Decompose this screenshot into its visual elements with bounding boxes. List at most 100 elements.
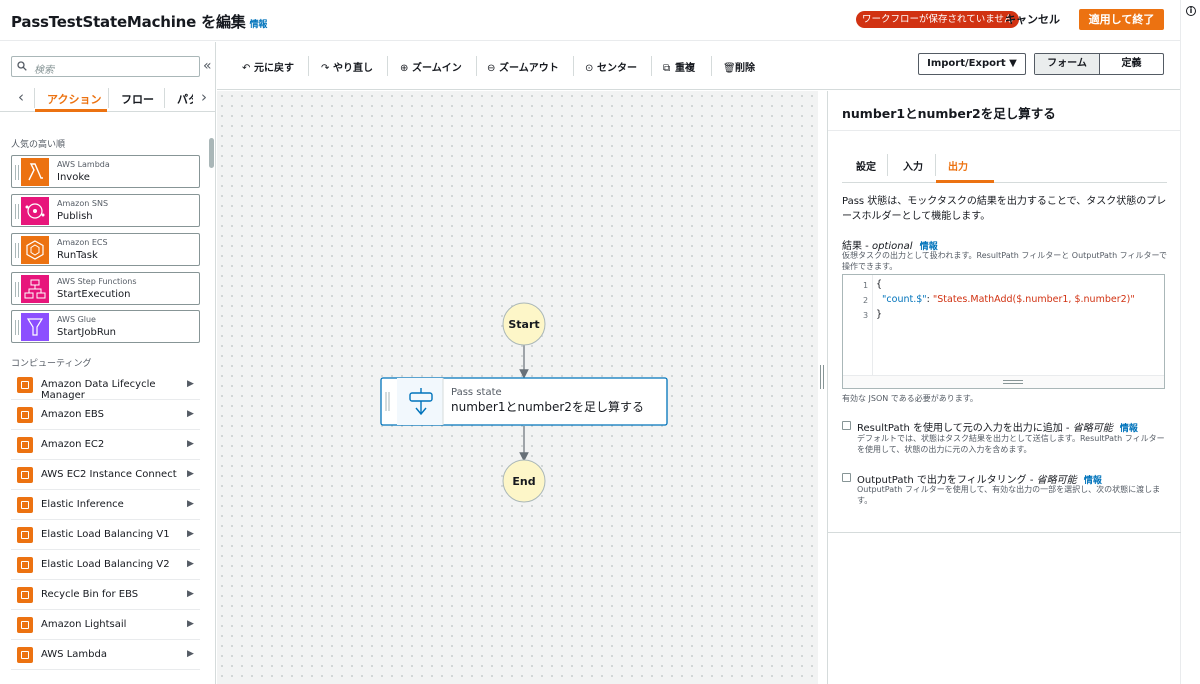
drag-handle[interactable] xyxy=(15,243,19,258)
service-icon xyxy=(17,647,33,663)
undo-button[interactable]: ↶ 元に戻す xyxy=(242,59,294,74)
service-row[interactable]: Amazon Lightsail ▶ xyxy=(11,610,200,640)
action-card-stepfunctions-startexecution[interactable]: AWS Step Functions StartExecution xyxy=(11,272,200,305)
popular-heading: 人気の高い順 xyxy=(11,140,66,150)
drag-handle[interactable] xyxy=(15,282,19,297)
definition-mode-button[interactable]: 定義 xyxy=(1100,54,1163,74)
delete-button[interactable]: 🗑削除 xyxy=(723,59,755,74)
search-icon xyxy=(17,61,27,71)
tab-output[interactable]: 出力 xyxy=(948,158,968,173)
code-line: { xyxy=(876,279,883,290)
import-export-dropdown[interactable]: Import/Export ▼ xyxy=(918,53,1026,75)
service-row[interactable]: Recycle Bin for EBS ▶ xyxy=(11,580,200,610)
service-row[interactable]: Amazon EBS ▶ xyxy=(11,400,200,430)
expand-icon[interactable]: ▶ xyxy=(187,589,194,599)
search-input[interactable]: 検索 xyxy=(11,56,200,77)
card-action: Invoke xyxy=(57,172,90,183)
glue-icon xyxy=(21,313,49,341)
compute-heading: コンピューティング xyxy=(11,359,92,369)
result-json-editor[interactable]: 1 2 3 { "count.$": "States.MathAdd($.num… xyxy=(842,274,1165,389)
tab-flow[interactable]: フロー xyxy=(121,91,154,107)
duplicate-icon: ⧉ xyxy=(663,63,671,74)
redo-button[interactable]: ↷ やり直し xyxy=(321,59,373,74)
action-card-ecs-runtask[interactable]: Amazon ECS RunTask xyxy=(11,233,200,266)
editor-resize-bar[interactable] xyxy=(843,375,1164,388)
service-row[interactable]: Amazon EC2 ▶ xyxy=(11,430,200,460)
expand-icon[interactable]: ▶ xyxy=(187,409,194,419)
collapse-panel-icon[interactable]: « xyxy=(203,58,212,74)
card-service: AWS Step Functions xyxy=(57,277,137,286)
pass-state-description: Pass 状態は、モックタスクの結果を出力することで、タスク状態のプレースホルダ… xyxy=(842,196,1167,222)
drag-handle[interactable] xyxy=(15,204,19,219)
card-service: Amazon ECS xyxy=(57,238,108,247)
code-line: } xyxy=(876,309,883,320)
service-row[interactable]: AWS EC2 Instance Connect ▶ xyxy=(11,460,200,490)
service-label: Elastic Load Balancing V1 xyxy=(41,529,170,540)
expand-icon[interactable]: ▶ xyxy=(187,619,194,629)
sns-icon xyxy=(21,197,49,225)
service-icon xyxy=(17,497,33,513)
zoom-in-button[interactable]: ⊕ ズームイン xyxy=(400,59,462,74)
service-label: AWS Lambda xyxy=(41,649,107,660)
end-node[interactable]: End xyxy=(502,459,546,503)
service-icon xyxy=(17,437,33,453)
lambda-icon xyxy=(21,158,49,186)
resize-grip-icon xyxy=(1003,380,1023,384)
card-action: RunTask xyxy=(57,250,98,261)
outputpath-checkbox[interactable] xyxy=(842,473,851,482)
service-label: AWS EC2 Instance Connect xyxy=(41,469,177,480)
tab-input[interactable]: 入力 xyxy=(903,158,923,173)
trash-icon: 🗑 xyxy=(723,63,736,74)
expand-icon[interactable]: ▶ xyxy=(187,559,194,569)
service-row[interactable]: AWS Lambda ▶ xyxy=(11,640,200,670)
info-link[interactable]: 情報 xyxy=(250,20,268,30)
help-rail: i xyxy=(1180,0,1200,684)
apply-and-exit-button[interactable]: 適用して終了 xyxy=(1079,9,1164,30)
expand-icon[interactable]: ▶ xyxy=(187,379,194,389)
service-row[interactable]: Elastic Inference ▶ xyxy=(11,490,200,520)
drag-handle[interactable] xyxy=(15,320,19,335)
outputpath-help: OutputPath フィルターを使用して、有効な出力の一部を選択し、次の状態に… xyxy=(857,485,1161,505)
mode-toggle: フォーム 定義 xyxy=(1034,53,1164,75)
zoom-out-button[interactable]: ⊖ ズームアウト xyxy=(487,59,559,74)
duplicate-button[interactable]: ⧉ 重複 xyxy=(663,59,695,74)
action-card-sns-publish[interactable]: Amazon SNS Publish xyxy=(11,194,200,227)
active-tab-indicator xyxy=(936,180,994,183)
cancel-button[interactable]: キャンセル xyxy=(1005,11,1060,28)
form-mode-button[interactable]: フォーム xyxy=(1035,54,1100,74)
start-node[interactable]: Start xyxy=(502,302,546,346)
center-button[interactable]: ⊙ センター xyxy=(585,59,637,74)
card-action: StartExecution xyxy=(57,289,131,300)
panel-resize-handle[interactable] xyxy=(820,365,824,389)
inspector-title: number1とnumber2を足し算する xyxy=(842,106,1056,121)
chevron-right-icon[interactable]: › xyxy=(201,88,207,106)
result-help: 仮想タスクの出力として扱われます。ResultPath フィルターと Outpu… xyxy=(842,251,1168,271)
service-row[interactable]: Elastic Load Balancing V1 ▶ xyxy=(11,520,200,550)
expand-icon[interactable]: ▶ xyxy=(187,469,194,479)
tab-config[interactable]: 設定 xyxy=(856,158,876,173)
expand-icon[interactable]: ▶ xyxy=(187,529,194,539)
search-placeholder: 検索 xyxy=(34,65,54,76)
card-service: AWS Lambda xyxy=(57,160,110,169)
svg-text:number1とnumber2を足し算する: number1とnumber2を足し算する xyxy=(451,399,644,414)
browser-tabs: ‹ アクション フロー パタ › xyxy=(0,84,216,112)
redo-icon: ↷ xyxy=(321,63,330,74)
service-row[interactable]: Elastic Load Balancing V2 ▶ xyxy=(11,550,200,580)
service-row[interactable]: Amazon Data Lifecycle Manager ▶ xyxy=(11,370,200,401)
workflow-canvas[interactable]: Start Pass state number1とnumber2を足し算する E… xyxy=(217,91,818,684)
resultpath-checkbox[interactable] xyxy=(842,421,851,430)
drag-handle[interactable] xyxy=(15,165,19,180)
tab-patterns[interactable]: パタ xyxy=(177,91,193,107)
expand-icon[interactable]: ▶ xyxy=(187,649,194,659)
center-icon: ⊙ xyxy=(585,63,594,74)
tab-actions[interactable]: アクション xyxy=(47,91,101,107)
action-card-lambda-invoke[interactable]: AWS Lambda Invoke xyxy=(11,155,200,188)
expand-icon[interactable]: ▶ xyxy=(187,439,194,449)
scrollbar[interactable] xyxy=(209,138,214,168)
action-card-glue-startjobrun[interactable]: AWS Glue StartJobRun xyxy=(11,310,200,343)
pass-state-node[interactable]: Pass state number1とnumber2を足し算する xyxy=(380,377,668,426)
chevron-left-icon[interactable]: ‹ xyxy=(18,88,24,106)
resultpath-label: ResultPath を使用して元の入力を出力に追加 - 省略可能 情報 xyxy=(857,423,1138,434)
info-icon[interactable]: i xyxy=(1186,6,1196,16)
expand-icon[interactable]: ▶ xyxy=(187,499,194,509)
